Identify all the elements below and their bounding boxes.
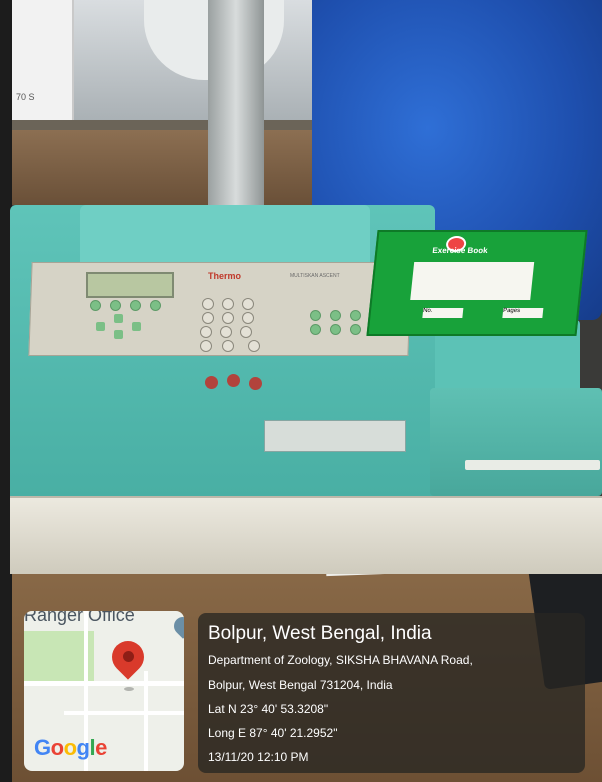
arrow-key (96, 322, 105, 331)
keypad-key (240, 326, 252, 338)
keypad-key (220, 326, 232, 338)
plate-window (264, 420, 406, 452)
function-key (150, 300, 161, 311)
shelf-ledge (12, 120, 312, 130)
map-road (24, 681, 184, 686)
function-key (350, 310, 361, 321)
notebook-number-box: No. (422, 308, 464, 318)
google-letter: o (63, 735, 77, 760)
green-notebook: Exercise Book No. Pages (366, 230, 588, 336)
address-line-2: Bolpur, West Bengal 731204, India (208, 678, 393, 692)
map-road (144, 671, 148, 771)
map-place-label: Ranger Office (24, 611, 135, 625)
ranger-office-pin-icon (170, 613, 184, 639)
tray-slot (465, 460, 600, 470)
arrow-key (114, 330, 123, 339)
brand-label: Thermo (208, 271, 242, 281)
location-title: Bolpur, West Bengal, India (208, 623, 432, 644)
longitude: Long E 87° 40' 21.2952" (208, 726, 338, 740)
keypad-key (222, 298, 234, 310)
notebook-label-box (410, 262, 535, 300)
map-road (64, 711, 184, 715)
location-overlay: Bolpur, West Bengal, India Department of… (198, 613, 585, 773)
timestamp: 13/11/20 12:10 PM (208, 750, 309, 764)
address-line-1: Department of Zoology, SIKSHA BHAVANA Ro… (208, 653, 473, 667)
google-logo: Google (34, 735, 107, 761)
background-shelf: 70 S (12, 0, 312, 205)
keypad-key (248, 340, 260, 352)
notebook-pages-box: Pages (502, 308, 544, 318)
function-key (350, 324, 361, 335)
function-key (110, 300, 121, 311)
model-label: MULTISKAN ASCENT (290, 273, 340, 279)
stain-marks (205, 374, 265, 392)
arrow-key (114, 314, 123, 323)
metal-pole (208, 0, 264, 205)
notebook-title: Exercise Book (431, 246, 489, 255)
function-key (330, 310, 341, 321)
arrow-key (132, 322, 141, 331)
google-letter: o (50, 735, 64, 760)
function-key (90, 300, 101, 311)
keypad-key (202, 312, 214, 324)
google-letter: g (76, 735, 90, 760)
keypad-key (222, 340, 234, 352)
latitude: Lat N 23° 40' 53.3208" (208, 702, 329, 716)
function-key (310, 324, 321, 335)
function-key (310, 310, 321, 321)
wooden-cabinet (12, 130, 312, 205)
instrument-base (10, 496, 602, 574)
keypad-key (222, 312, 234, 324)
keypad-key (242, 312, 254, 324)
shelf-label: 70 S (16, 92, 35, 102)
keypad-key (200, 340, 212, 352)
lcd-display (86, 272, 174, 298)
shelf-box: 70 S (12, 0, 74, 120)
keypad-key (202, 298, 214, 310)
photo-scene: 70 S Thermo MULTISKAN ASCENT Exercise Bo… (0, 0, 602, 782)
function-key (330, 324, 341, 335)
google-letter: G (34, 735, 51, 760)
location-pin-dot (123, 651, 134, 662)
keypad-key (242, 298, 254, 310)
keypad-key (200, 326, 212, 338)
reader-lid (80, 205, 370, 265)
google-letter: e (95, 735, 107, 760)
pin-shadow (124, 687, 134, 691)
plate-carrier-tray (430, 388, 602, 496)
map-thumbnail: Ranger Office Google (24, 611, 184, 771)
function-key (130, 300, 141, 311)
